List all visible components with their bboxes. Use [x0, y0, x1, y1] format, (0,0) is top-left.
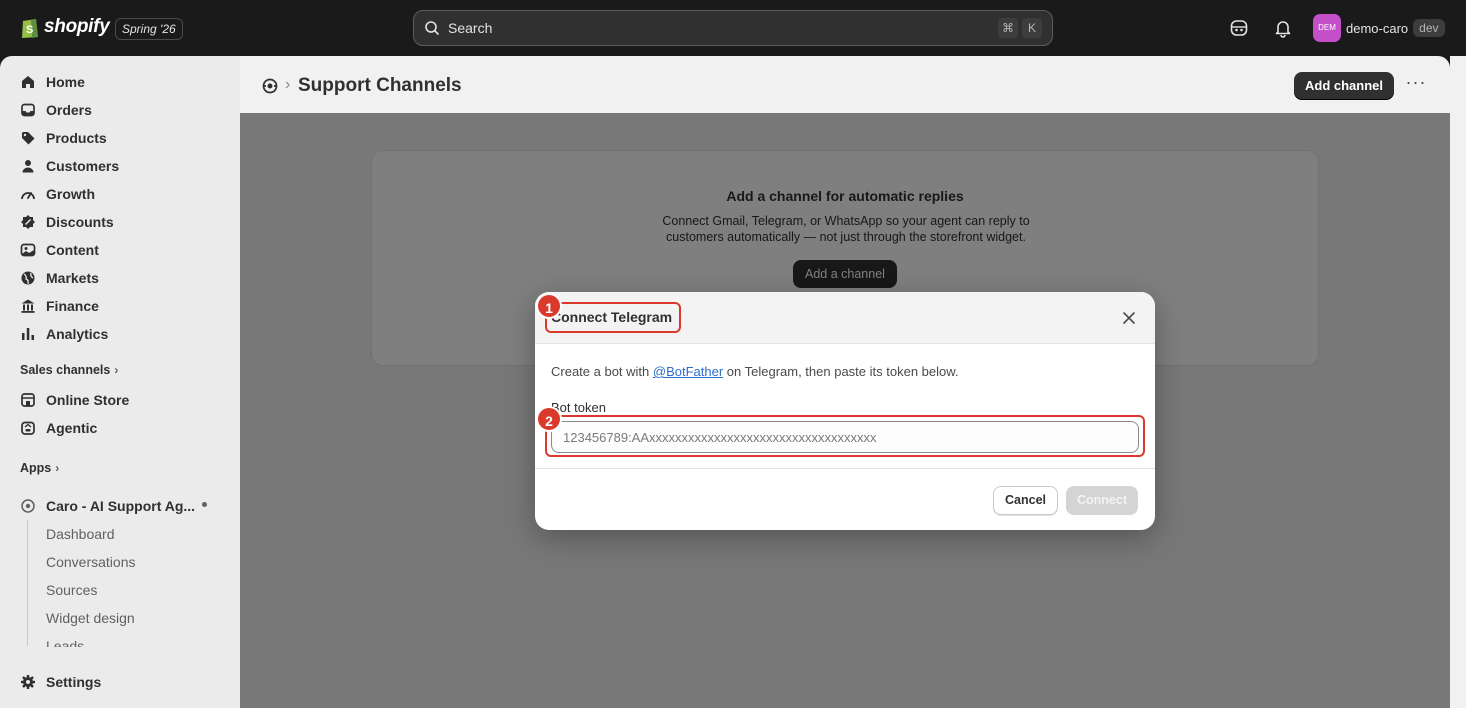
sidebar-item-growth[interactable]: Growth: [20, 182, 95, 206]
scrollbar[interactable]: [1450, 56, 1466, 708]
add-channel-button[interactable]: Add channel: [1294, 72, 1395, 100]
sidebar-item-label: Discounts: [46, 214, 114, 230]
page-header: › Support Channels Add channel ···: [240, 56, 1450, 113]
sidebar-item-home[interactable]: Home: [20, 70, 85, 94]
sidebar-item-label: Content: [46, 242, 99, 258]
sidebar-subitem-widget-design[interactable]: Widget design: [46, 610, 135, 626]
gauge-icon: [21, 192, 35, 200]
annotation-box-2: [545, 415, 1145, 457]
store-icon: [21, 393, 35, 407]
search-bar[interactable]: Search ⌘ K: [413, 10, 1053, 46]
sidebar-item-label: Home: [46, 74, 85, 90]
connect-button[interactable]: Connect: [1066, 486, 1138, 515]
annotation-badge-1: 1: [536, 293, 562, 319]
sidebar-item-online-store[interactable]: Online Store: [20, 388, 129, 412]
gear-icon: [21, 675, 35, 689]
top-bar: S shopify Spring '26 Search ⌘ K DEM demo…: [0, 0, 1466, 56]
sidebar-item-label: Caro - AI Support Ag...: [46, 498, 196, 514]
app-pin-dot: [202, 502, 207, 507]
sidebar-item-caro-app[interactable]: Caro - AI Support Ag...: [20, 494, 195, 518]
sidekick-icon[interactable]: [1229, 18, 1249, 38]
sidebar-item-label: Analytics: [46, 326, 109, 342]
shortcut-k-key: K: [1022, 18, 1042, 38]
sidebar-item-label: Growth: [46, 186, 95, 202]
sidebar-item-markets[interactable]: Markets: [20, 266, 99, 290]
bell-icon[interactable]: [1273, 18, 1293, 38]
modal-instructions: Create a bot with @BotFather on Telegram…: [551, 364, 959, 379]
chevron-right-icon: ›: [114, 363, 119, 377]
user-menu[interactable]: DEM demo-caro dev: [1313, 14, 1445, 42]
avatar: DEM: [1313, 14, 1341, 42]
shopify-bag-icon: S: [22, 19, 38, 38]
home-icon: [22, 76, 34, 88]
sidebar-item-analytics[interactable]: Analytics: [20, 322, 108, 346]
sidebar-item-label: Settings: [46, 674, 102, 690]
instructions-prefix: Create a bot with: [551, 364, 653, 379]
globe-icon: [21, 271, 35, 285]
svg-text:S: S: [26, 24, 33, 36]
agent-icon: [21, 421, 35, 435]
sidebar-item-products[interactable]: Products: [20, 126, 107, 150]
inbox-icon: [21, 103, 35, 117]
app-breadcrumb-icon[interactable]: [261, 77, 279, 95]
apps-label: Apps: [20, 461, 52, 475]
bar-chart-icon: [22, 328, 34, 340]
sidebar-item-orders[interactable]: Orders: [20, 98, 92, 122]
sidebar-item-settings[interactable]: Settings: [20, 670, 101, 694]
sidebar-item-label: Orders: [46, 102, 92, 118]
sidebar-subitem-conversations[interactable]: Conversations: [46, 554, 136, 570]
chevron-right-icon: ›: [55, 461, 60, 475]
page-title: Support Channels: [298, 75, 462, 96]
annotation-box-1: [545, 302, 681, 333]
content-icon: [20, 243, 36, 257]
sidebar-subitem-leads[interactable]: Leads: [46, 638, 84, 647]
sidebar-item-label: Finance: [46, 298, 99, 314]
sidebar-item-label: Online Store: [46, 392, 130, 408]
sidebar-item-agentic[interactable]: Agentic: [20, 416, 97, 440]
sidebar-item-customers[interactable]: Customers: [20, 154, 119, 178]
bank-icon: [21, 299, 35, 313]
close-icon[interactable]: [1121, 310, 1137, 326]
person-icon: [22, 160, 34, 173]
annotation-badge-2: 2: [536, 406, 562, 432]
botfather-link[interactable]: @BotFather: [653, 364, 723, 379]
discount-icon: [21, 215, 35, 229]
search-label: Search: [448, 20, 493, 36]
env-badge: dev: [1413, 19, 1445, 37]
sidebar-item-label: Products: [46, 130, 107, 146]
sidebar-item-label: Agentic: [46, 420, 98, 436]
sidebar-subitem-dashboard[interactable]: Dashboard: [46, 526, 115, 542]
version-badge: Spring '26: [115, 18, 183, 40]
subtree-line: [27, 520, 28, 646]
sales-channels-label: Sales channels: [20, 363, 111, 377]
instructions-suffix: on Telegram, then paste its token below.: [723, 364, 959, 379]
brand-name: shopify: [44, 16, 110, 37]
sidebar-item-content[interactable]: Content: [20, 238, 99, 262]
sidebar-item-label: Markets: [46, 270, 99, 286]
search-icon: [425, 21, 439, 35]
sidebar-item-discounts[interactable]: Discounts: [20, 210, 114, 234]
modal-footer: Cancel Connect: [535, 468, 1155, 530]
shortcut-cmd-key: ⌘: [998, 18, 1018, 38]
cancel-button[interactable]: Cancel: [993, 486, 1058, 515]
more-actions-icon[interactable]: ···: [1404, 73, 1428, 97]
breadcrumb-chevron-icon: ›: [285, 76, 291, 93]
sidebar: Home Orders Products Customers Growth Di…: [0, 56, 240, 708]
tag-icon: [22, 132, 35, 145]
shopify-logo[interactable]: S shopify: [20, 15, 110, 39]
sidebar-subitem-leads-clip: Leads: [46, 636, 84, 647]
sidebar-subitem-sources[interactable]: Sources: [46, 582, 97, 598]
sidebar-item-label: Customers: [46, 158, 120, 174]
user-name: demo-caro: [1346, 20, 1409, 36]
caro-app-icon: [21, 499, 35, 513]
sidebar-item-finance[interactable]: Finance: [20, 294, 99, 318]
apps-header[interactable]: Apps ›: [20, 461, 59, 475]
sales-channels-header[interactable]: Sales channels ›: [20, 363, 118, 377]
